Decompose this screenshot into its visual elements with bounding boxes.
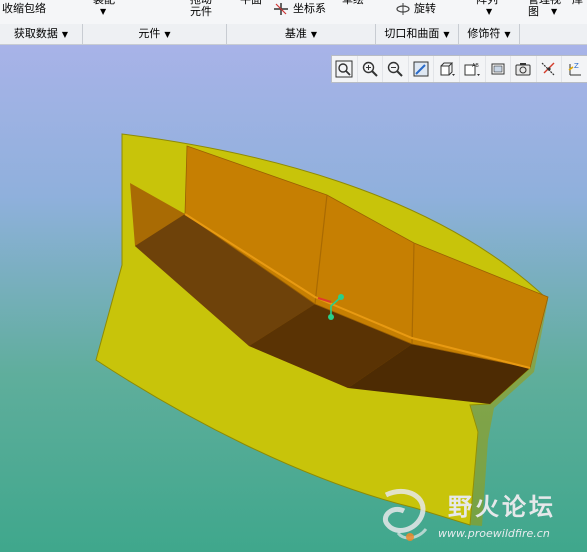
ribbon: 收缩包络 装配 ▼ 拖动 元件 平面 坐标系 草绘 旋转 阵列 ▼ 管理视 图 … xyxy=(0,0,587,25)
watermark-logo-icon xyxy=(376,485,432,543)
repaint-icon xyxy=(413,61,429,77)
zoom-in-button[interactable] xyxy=(358,56,384,82)
chevron-down-icon: ▼ xyxy=(504,30,511,39)
revolve-button[interactable]: 旋转 xyxy=(414,3,436,15)
graphics-viewport[interactable]: AB Z 野火论坛 www.proewildfire.cn xyxy=(0,45,587,552)
datum-display-button[interactable] xyxy=(537,56,563,82)
svg-text:Z: Z xyxy=(574,62,579,70)
csys-icon xyxy=(273,2,289,19)
datum-display-icon xyxy=(541,62,555,76)
annotation-display-button[interactable] xyxy=(486,56,512,82)
group-modifiers[interactable]: 修饰符 ▼ xyxy=(459,24,520,44)
drag-components-button[interactable]: 拖动 元件 xyxy=(190,0,212,18)
zoom-out-icon xyxy=(388,61,404,77)
saved-views-button[interactable]: AB xyxy=(460,56,486,82)
watermark-title: 野火论坛 xyxy=(448,493,556,521)
pattern-dropdown-icon[interactable]: ▼ xyxy=(486,6,492,18)
chevron-down-icon: ▼ xyxy=(164,30,171,39)
group-datum[interactable]: 基准 ▼ xyxy=(227,24,376,44)
annotation-display-icon xyxy=(491,63,505,75)
chevron-down-icon: ▼ xyxy=(61,30,69,39)
shrinkwrap-button[interactable]: 收缩包络 xyxy=(2,3,46,15)
camera-button[interactable] xyxy=(511,56,537,82)
3d-model xyxy=(95,133,549,526)
spin-center-icon: Z xyxy=(568,62,581,76)
revolve-icon xyxy=(395,3,411,18)
zoom-out-button[interactable] xyxy=(383,56,409,82)
zoom-fit-icon xyxy=(335,60,353,78)
view-toolbar: AB Z xyxy=(331,55,587,83)
group-cut-surface[interactable]: 切口和曲面 ▼ xyxy=(376,24,459,44)
zoom-fit-button[interactable] xyxy=(332,56,358,82)
ribbon-group-bar: 获取数据 ▼ 元件 ▼ 基准 ▼ 切口和曲面 ▼ 修饰符 ▼ xyxy=(0,24,587,45)
sketch-button[interactable]: 草绘 xyxy=(342,0,364,6)
assemble-dropdown-icon[interactable]: ▼ xyxy=(100,6,106,18)
csys-button[interactable]: 坐标系 xyxy=(293,3,326,15)
plane-button[interactable]: 平面 xyxy=(240,0,262,6)
camera-icon xyxy=(515,63,531,76)
chevron-down-icon: ▼ xyxy=(310,30,318,39)
watermark-url: www.proewildfire.cn xyxy=(438,527,550,540)
saved-views-icon: AB xyxy=(464,63,481,76)
group-component[interactable]: 元件 ▼ xyxy=(83,24,227,44)
repaint-button[interactable] xyxy=(409,56,435,82)
spin-center-button[interactable]: Z xyxy=(562,56,587,82)
display-style-button[interactable] xyxy=(434,56,460,82)
manage-views-dropdown-icon[interactable]: ▼ xyxy=(551,6,557,18)
chevron-down-icon: ▼ xyxy=(443,30,450,39)
group-get-data[interactable]: 获取数据 ▼ xyxy=(0,24,83,44)
svg-text:AB: AB xyxy=(472,63,479,69)
display-style-icon xyxy=(440,62,455,76)
library-button[interactable]: 库 xyxy=(572,0,583,6)
zoom-in-icon xyxy=(362,61,378,77)
